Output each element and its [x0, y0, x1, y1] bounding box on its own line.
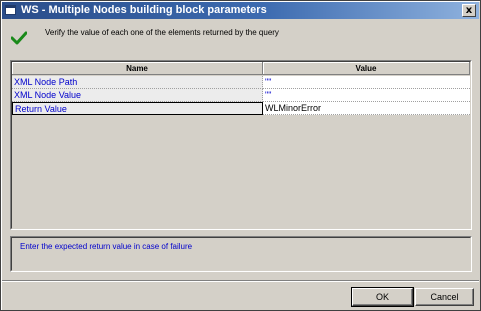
separator [2, 280, 479, 282]
row-value-cell[interactable]: "" [263, 76, 470, 89]
cancel-button[interactable]: Cancel [415, 288, 474, 306]
dialog-window: WS - Multiple Nodes building block param… [0, 0, 481, 311]
title-bar[interactable]: WS - Multiple Nodes building block param… [2, 2, 479, 19]
header-area: Verify the value of each one of the elem… [2, 20, 479, 50]
table-row[interactable]: XML Node Value "" [12, 89, 470, 102]
ok-button[interactable]: OK [351, 287, 414, 307]
table-row[interactable]: XML Node Path "" [12, 76, 470, 89]
table-row-selected[interactable]: Return Value WLMinorError [12, 102, 470, 115]
row-value-cell[interactable]: WLMinorError [263, 102, 470, 115]
row-name-cell[interactable]: XML Node Value [12, 89, 263, 102]
window-title: WS - Multiple Nodes building block param… [21, 4, 267, 16]
window-icon [5, 5, 16, 15]
column-header-value[interactable]: Value [263, 62, 470, 75]
description-box: Enter the expected return value in case … [10, 236, 472, 272]
row-name-cell[interactable]: XML Node Path [12, 76, 263, 89]
description-text: Enter the expected return value in case … [20, 242, 193, 251]
grid-header: Name Value [12, 62, 470, 75]
instruction-text: Verify the value of each one of the elem… [45, 28, 279, 37]
row-value-cell[interactable]: "" [263, 89, 470, 102]
parameters-grid[interactable]: Name Value XML Node Path "" XML Node Val… [10, 60, 472, 230]
row-name-cell[interactable]: Return Value [12, 102, 263, 115]
column-header-name[interactable]: Name [12, 62, 263, 75]
close-button[interactable]: x [462, 4, 476, 17]
checkmark-icon [11, 31, 27, 45]
